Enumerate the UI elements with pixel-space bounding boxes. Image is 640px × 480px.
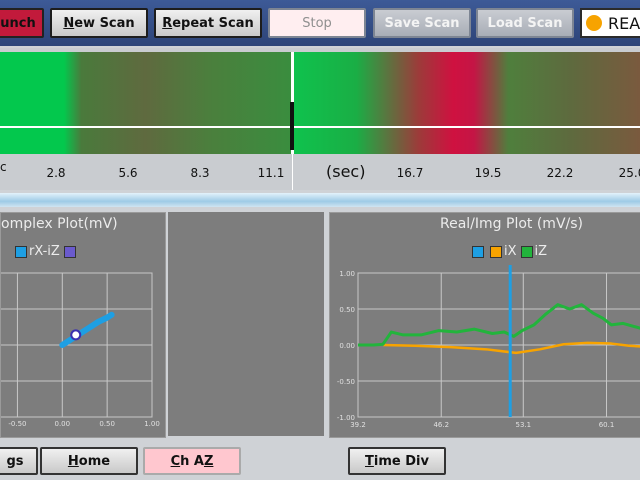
save-scan-button[interactable]: Save Scan: [373, 8, 471, 38]
load-scan-label: Load Scan: [487, 15, 563, 31]
realimg-plot-panel: Real/Img Plot (mV/s) iX iZ 1.00 0.50 0.00-…: [329, 212, 640, 438]
strip-chart-right[interactable]: [294, 52, 640, 154]
status-text: REA: [608, 13, 640, 33]
ch-az-label: h A: [180, 453, 204, 469]
strip-cursor[interactable]: [290, 102, 294, 150]
x-tick-label: 0.00: [54, 420, 70, 428]
series-iz-line: [358, 303, 640, 347]
x-tick-label: 39.2: [350, 421, 366, 429]
ch-az-mnemonic-z: Z: [203, 453, 214, 469]
status-indicator: REA: [580, 8, 640, 38]
empty-panel: [168, 212, 324, 436]
strip-unit-label: (sec): [326, 162, 366, 181]
home-label: ome: [78, 453, 111, 469]
strip-tick: 8.3: [190, 166, 210, 180]
new-scan-mnemonic: N: [63, 15, 75, 31]
time-div-button[interactable]: Time Div: [348, 447, 446, 475]
time-div-mnemonic: T: [365, 453, 374, 469]
strip-tick: 19.5: [474, 166, 502, 180]
complex-plot-chart[interactable]: -0.50 0.00 0.50 1.00: [1, 213, 165, 437]
strip-left-baseline: [0, 126, 291, 128]
ch-az-button[interactable]: Ch AZ: [143, 447, 241, 475]
time-div-label: ime Div: [373, 453, 429, 469]
y-tick-label: 0.00: [339, 342, 355, 350]
new-scan-button[interactable]: New Scan: [50, 8, 148, 38]
home-button[interactable]: Home: [40, 447, 138, 475]
save-scan-label: Save Scan: [384, 15, 460, 31]
new-scan-label: ew Scan: [74, 15, 135, 31]
status-dot-icon: [586, 15, 602, 31]
strip-tick: 16.7: [396, 166, 424, 180]
repeat-scan-label: epeat Scan: [172, 15, 254, 31]
settings-label: gs: [6, 453, 24, 469]
strip-tick: 5.6: [118, 166, 138, 180]
section-separator: [0, 193, 640, 207]
x-tick-label: -0.50: [8, 420, 26, 428]
settings-button[interactable]: gs: [0, 447, 38, 475]
load-scan-button[interactable]: Load Scan: [476, 8, 574, 38]
strip-left-unit-fragment: c: [0, 160, 7, 174]
ch-az-mnemonic: C: [170, 453, 181, 469]
x-tick-label: 1.00: [144, 420, 160, 428]
strip-tick: 2.8: [46, 166, 66, 180]
strip-tick: 11.1: [257, 166, 285, 180]
x-tick-label: 53.1: [515, 421, 531, 429]
toolbar: unch New Scan Repeat Scan Stop Save Scan…: [0, 0, 640, 46]
y-tick-label: -0.50: [337, 378, 355, 386]
x-tick-label: 0.50: [99, 420, 115, 428]
x-tick-label: 46.2: [433, 421, 449, 429]
complex-plot-panel: omplex Plot(mV) rX-iZ -0.50 0.00 0.50 1.00: [0, 212, 166, 438]
realimg-plot-chart[interactable]: 1.000.500.00-0.50-1.0039.2 46.2 53.1 60.1: [330, 213, 640, 437]
stop-button[interactable]: Stop: [268, 8, 366, 38]
cursor-marker: [70, 329, 82, 341]
series-rx-iz-trace: [59, 311, 115, 348]
strip-chart-area: c 2.8 5.6 8.3 11.1 (sec) 16.7 19.5 22.2 …: [0, 48, 640, 190]
stop-label: Stop: [302, 15, 332, 31]
launch-button[interactable]: unch: [0, 8, 44, 38]
launch-label: unch: [0, 15, 36, 31]
home-mnemonic: H: [67, 453, 79, 469]
strip-tick: 22.2: [546, 166, 574, 180]
strip-tick: 25.0: [618, 166, 640, 180]
x-tick-label: 60.1: [599, 421, 615, 429]
strip-right-baseline: [294, 126, 640, 128]
strip-chart-left[interactable]: [0, 52, 291, 154]
repeat-scan-button[interactable]: Repeat Scan: [154, 8, 262, 38]
repeat-scan-mnemonic: R: [162, 15, 173, 31]
y-tick-label: 1.00: [339, 270, 355, 278]
y-tick-label: 0.50: [339, 306, 355, 314]
